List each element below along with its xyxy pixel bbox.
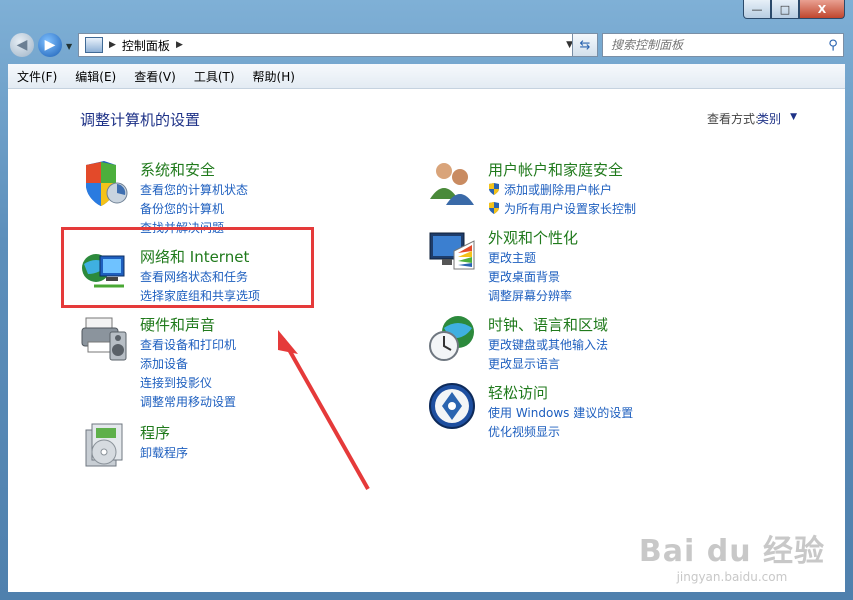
search-input[interactable]: [603, 37, 823, 53]
annotation-arrow: [278, 330, 370, 490]
content-area: 文件(F) 编辑(E) 查看(V) 工具(T) 帮助(H) 调整计算机的设置 查…: [8, 64, 845, 592]
watermark-logo: Bai du 经验: [638, 534, 825, 569]
refresh-button[interactable]: ⇆: [572, 33, 598, 57]
breadcrumb-chevron-icon[interactable]: ▶: [176, 40, 183, 50]
navigation-bar: ◀ ▶ ▼ ▶ 控制面板 ▶ ▼ ⇆ ⚲: [6, 30, 847, 62]
address-bar[interactable]: ▶ 控制面板 ▶ ▼: [78, 33, 578, 57]
close-button[interactable]: X: [799, 0, 845, 19]
watermark-url: jingyan.baidu.com: [676, 570, 788, 584]
window-controls: — □ X: [743, 0, 845, 19]
back-arrow-icon[interactable]: ◀: [10, 33, 34, 57]
control-panel-icon: [85, 37, 103, 53]
window-frame: — □ X ◀ ▶ ▼ ▶ 控制面板 ▶ ▼ ⇆ ⚲ 文件(F) 编辑(E) 查…: [0, 0, 853, 600]
minimize-button[interactable]: —: [743, 0, 771, 19]
breadcrumb-chevron-icon[interactable]: ▶: [109, 40, 116, 50]
forward-arrow-icon[interactable]: ▶: [38, 33, 62, 57]
breadcrumb-control-panel[interactable]: 控制面板: [122, 37, 170, 54]
history-dropdown-icon[interactable]: ▼: [66, 42, 72, 51]
search-icon[interactable]: ⚲: [823, 38, 843, 53]
search-box[interactable]: ⚲: [602, 33, 844, 57]
maximize-button[interactable]: □: [771, 0, 799, 19]
refresh-icon: ⇆: [579, 37, 591, 53]
watermark: Bai du 经验 jingyan.baidu.com: [639, 526, 825, 584]
